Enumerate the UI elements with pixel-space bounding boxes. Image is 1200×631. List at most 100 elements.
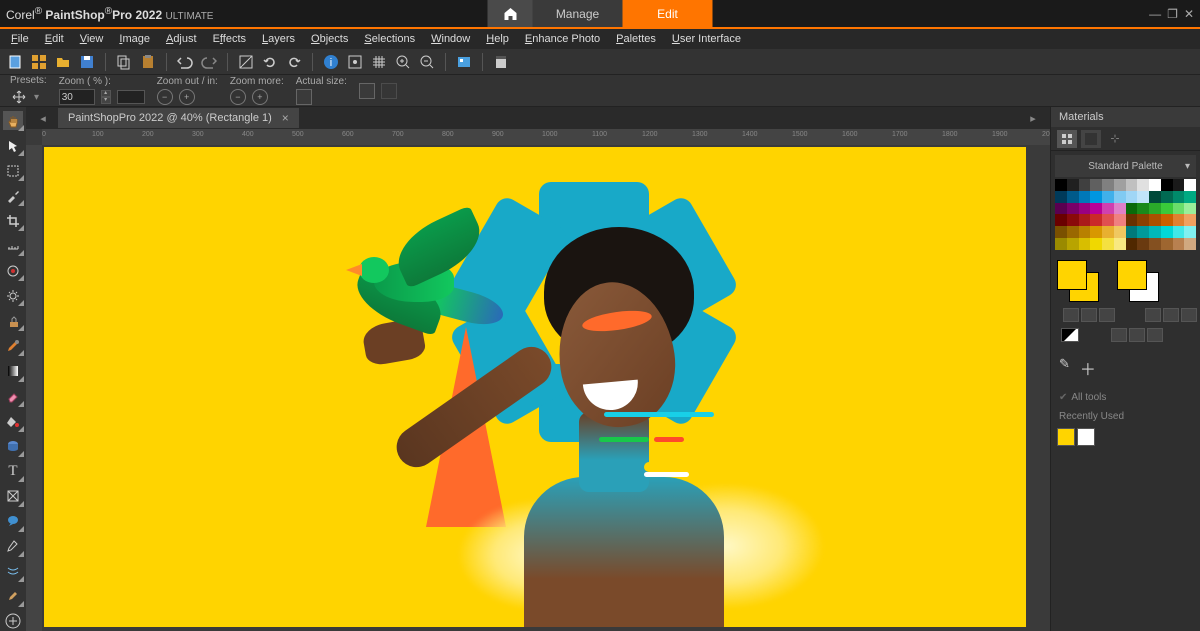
info-button[interactable]: i <box>322 53 340 71</box>
zoom-out-button[interactable] <box>418 53 436 71</box>
swatch[interactable] <box>1079 238 1091 250</box>
swatch[interactable] <box>1137 191 1149 203</box>
document-tab[interactable]: PaintShopPro 2022 @ 40% (Rectangle 1) × <box>58 108 299 128</box>
gradient-tool[interactable] <box>3 361 23 380</box>
all-tools-checkbox[interactable]: ✔All tools <box>1051 388 1200 407</box>
swap-controls-1[interactable] <box>1063 308 1115 322</box>
swatch[interactable] <box>1173 203 1185 215</box>
swatch[interactable] <box>1067 179 1079 191</box>
swatch[interactable] <box>1126 226 1138 238</box>
swatch[interactable] <box>1102 203 1114 215</box>
menu-user-interface[interactable]: User Interface <box>665 31 748 47</box>
pan-tool[interactable] <box>3 111 23 130</box>
swatch[interactable] <box>1184 191 1196 203</box>
recent-swatch[interactable] <box>1057 428 1075 446</box>
sliders-tab[interactable]: ⊹ <box>1105 130 1125 148</box>
swatch[interactable] <box>1090 238 1102 250</box>
zoom-out-step-button[interactable]: − <box>157 89 173 105</box>
clone-tool[interactable] <box>3 311 23 330</box>
menu-image[interactable]: Image <box>112 31 157 47</box>
swatch[interactable] <box>1149 179 1161 191</box>
menu-layers[interactable]: Layers <box>255 31 302 47</box>
eraser-tool[interactable] <box>3 387 23 406</box>
paste-button[interactable] <box>139 53 157 71</box>
swatch[interactable] <box>1161 203 1173 215</box>
swatch[interactable] <box>1137 214 1149 226</box>
swatch[interactable] <box>1102 191 1114 203</box>
swatch[interactable] <box>1079 214 1091 226</box>
swatch[interactable] <box>1114 226 1126 238</box>
hsv-tab[interactable] <box>1081 130 1101 148</box>
swatch[interactable] <box>1102 226 1114 238</box>
swatch[interactable] <box>1055 226 1067 238</box>
swatch[interactable] <box>1173 238 1185 250</box>
scripts-button[interactable] <box>492 53 510 71</box>
close-tab-button[interactable]: × <box>282 111 289 125</box>
crop-tool[interactable] <box>3 211 23 230</box>
swatch[interactable] <box>1126 203 1138 215</box>
swatch[interactable] <box>1184 238 1196 250</box>
swatch[interactable] <box>1055 214 1067 226</box>
swatch[interactable] <box>1137 238 1149 250</box>
swatch[interactable] <box>1067 226 1079 238</box>
selection-tool[interactable] <box>3 161 23 180</box>
swatch[interactable] <box>1126 214 1138 226</box>
zoom-pct-input[interactable] <box>59 89 95 105</box>
swatch[interactable] <box>1126 191 1138 203</box>
fit-image-button[interactable] <box>381 83 397 99</box>
add-tool-button[interactable] <box>3 612 23 631</box>
home-tab[interactable] <box>488 0 533 27</box>
actual-size-button[interactable] <box>296 89 312 105</box>
warp-tool[interactable] <box>3 562 23 581</box>
swatch[interactable] <box>1067 203 1079 215</box>
menu-edit[interactable]: Edit <box>38 31 71 47</box>
swatch[interactable] <box>1184 203 1196 215</box>
zoom-spinner[interactable]: ▴▾ <box>101 90 111 104</box>
pen-tool[interactable] <box>3 537 23 556</box>
swatch[interactable] <box>1114 238 1126 250</box>
swatch[interactable] <box>1161 191 1173 203</box>
swatch[interactable] <box>1173 226 1185 238</box>
flood-fill-tool[interactable] <box>3 412 23 431</box>
swatch[interactable] <box>1184 226 1196 238</box>
tab-prev-button[interactable]: ◂ <box>34 109 52 127</box>
red-eye-tool[interactable] <box>3 261 23 280</box>
swatch[interactable] <box>1114 191 1126 203</box>
swatch[interactable] <box>1079 226 1091 238</box>
grid-toggle-button[interactable] <box>370 53 388 71</box>
swatch[interactable] <box>1079 179 1091 191</box>
swatch[interactable] <box>1067 238 1079 250</box>
menu-enhance-photo[interactable]: Enhance Photo <box>518 31 607 47</box>
one-step-button[interactable] <box>346 53 364 71</box>
swatch[interactable] <box>1067 214 1079 226</box>
swatch[interactable] <box>1079 203 1091 215</box>
close-button[interactable]: ✕ <box>1184 7 1194 21</box>
swatch[interactable] <box>1090 191 1102 203</box>
swatch[interactable] <box>1161 214 1173 226</box>
swatch[interactable] <box>1173 179 1185 191</box>
swatch[interactable] <box>1173 191 1185 203</box>
foreground-background-2[interactable] <box>1117 260 1159 302</box>
new-file-button[interactable] <box>6 53 24 71</box>
edit-tab[interactable]: Edit <box>623 0 713 27</box>
zoom-in-button[interactable] <box>394 53 412 71</box>
swatch[interactable] <box>1090 203 1102 215</box>
tab-next-button[interactable]: ▸ <box>1024 109 1042 127</box>
zoom-slider[interactable] <box>117 90 145 104</box>
manage-tab[interactable]: Manage <box>533 0 623 27</box>
swatch[interactable] <box>1149 226 1161 238</box>
organizer-button[interactable] <box>455 53 473 71</box>
swatch[interactable] <box>1149 191 1161 203</box>
menu-help[interactable]: Help <box>479 31 516 47</box>
swatch[interactable] <box>1067 191 1079 203</box>
foreground-background-1[interactable] <box>1057 260 1099 302</box>
swatch[interactable] <box>1102 238 1114 250</box>
swatch[interactable] <box>1055 238 1067 250</box>
swatch[interactable] <box>1161 179 1173 191</box>
pick-tool[interactable] <box>3 136 23 155</box>
swatch[interactable] <box>1126 179 1138 191</box>
menu-view[interactable]: View <box>73 31 111 47</box>
save-button[interactable] <box>78 53 96 71</box>
pan-preset-button[interactable] <box>10 88 28 106</box>
bw-swatch-1[interactable] <box>1061 328 1079 342</box>
